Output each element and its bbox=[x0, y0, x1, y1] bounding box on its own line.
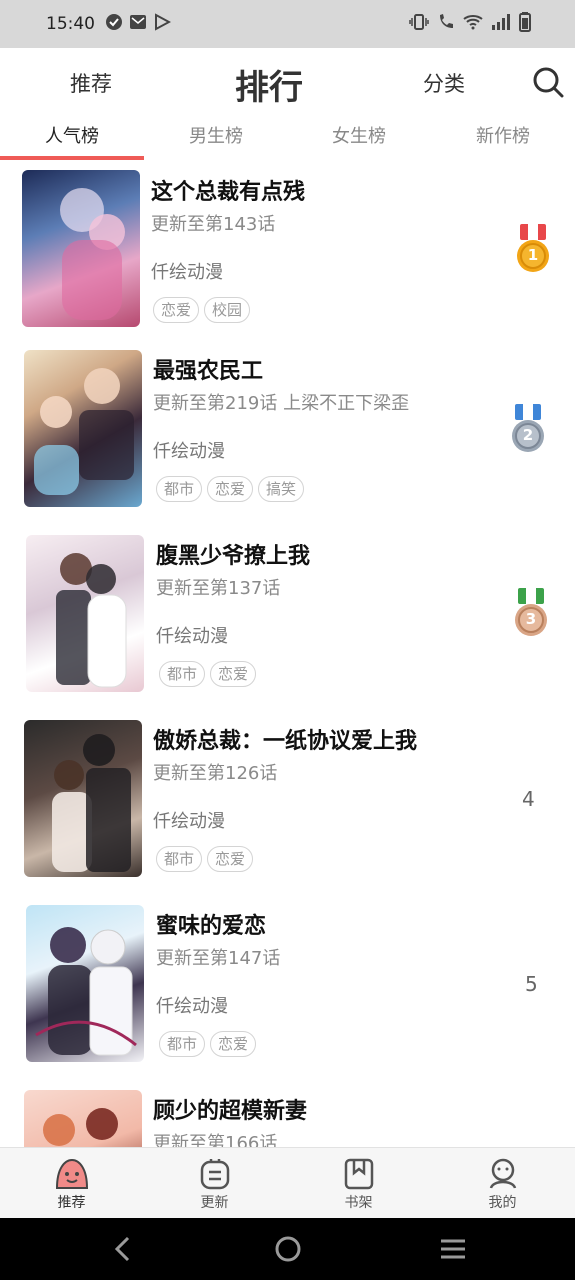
author: 仟绘动漫 bbox=[156, 996, 228, 1017]
nav-category[interactable]: 分类 bbox=[423, 68, 465, 98]
rank-number: 5 bbox=[525, 972, 538, 996]
comic-cover[interactable] bbox=[26, 905, 144, 1062]
active-tab-indicator bbox=[0, 156, 144, 160]
list-item[interactable]: 最强农民工 更新至第219话 上梁不正下梁歪 仟绘动漫 都市 恋爱 搞笑 2 bbox=[0, 347, 575, 532]
comic-title[interactable]: 傲娇总裁：一纸协议爱上我 bbox=[153, 723, 417, 755]
silver-medal-icon: 2 bbox=[510, 404, 546, 456]
search-icon[interactable] bbox=[532, 66, 564, 102]
profile-icon bbox=[488, 1158, 518, 1194]
update-info: 更新至第166话 bbox=[153, 1133, 278, 1147]
ranking-tabs: 人气榜 男生榜 女生榜 新作榜 bbox=[0, 116, 575, 161]
tag: 都市 bbox=[156, 846, 203, 872]
nav-rank[interactable]: 排行 bbox=[235, 60, 303, 109]
update-icon bbox=[200, 1158, 230, 1194]
tag: 校园 bbox=[204, 297, 251, 323]
rank-number: 4 bbox=[522, 787, 535, 811]
update-info: 更新至第219话 上梁不正下梁歪 bbox=[153, 393, 410, 414]
tag: 恋爱 bbox=[210, 661, 257, 687]
update-info: 更新至第147话 bbox=[156, 948, 281, 969]
bottom-nav: 推荐 更新 书架 我的 bbox=[0, 1147, 575, 1218]
bottom-nav-label: 我的 bbox=[488, 1195, 517, 1211]
signal-icon bbox=[491, 14, 511, 34]
list-item[interactable]: 蜜味的爱恋 更新至第147话 仟绘动漫 都市 恋爱 5 bbox=[0, 902, 575, 1087]
gold-medal-icon: 1 bbox=[515, 224, 551, 276]
tab-male[interactable]: 男生榜 bbox=[144, 122, 288, 148]
status-time: 15:40 bbox=[46, 14, 95, 34]
list-item[interactable]: 顾少的超模新妻 更新至第166话 bbox=[0, 1087, 575, 1147]
comic-cover[interactable] bbox=[24, 1090, 142, 1147]
wifi-icon bbox=[463, 14, 483, 34]
tag: 都市 bbox=[159, 1031, 206, 1057]
tag: 恋爱 bbox=[207, 846, 254, 872]
comic-cover[interactable] bbox=[26, 535, 144, 692]
tag: 恋爱 bbox=[153, 297, 200, 323]
comic-title[interactable]: 顾少的超模新妻 bbox=[153, 1093, 307, 1125]
tab-female[interactable]: 女生榜 bbox=[287, 122, 431, 148]
tag: 恋爱 bbox=[210, 1031, 257, 1057]
tag: 都市 bbox=[156, 476, 203, 502]
recommend-icon bbox=[55, 1158, 89, 1194]
bottom-nav-recommend[interactable]: 推荐 bbox=[0, 1148, 143, 1219]
author: 仟绘动漫 bbox=[153, 811, 225, 832]
author: 仟绘动漫 bbox=[151, 262, 223, 283]
bottom-nav-profile[interactable]: 我的 bbox=[431, 1148, 574, 1219]
call-icon bbox=[437, 13, 455, 35]
tab-new[interactable]: 新作榜 bbox=[431, 122, 575, 148]
tag-list: 都市 恋爱 bbox=[156, 846, 254, 872]
comic-cover[interactable] bbox=[24, 720, 142, 877]
tag-list: 都市 恋爱 搞笑 bbox=[156, 476, 305, 502]
tag: 都市 bbox=[159, 661, 206, 687]
comic-title[interactable]: 蜜味的爱恋 bbox=[156, 908, 266, 940]
play-store-icon bbox=[153, 13, 172, 35]
tag-list: 恋爱 校园 bbox=[153, 297, 251, 323]
medal-rank: 3 bbox=[525, 610, 537, 628]
comic-cover[interactable] bbox=[24, 350, 142, 507]
comic-list[interactable]: 这个总裁有点残 更新至第143话 仟绘动漫 恋爱 校园 1 最强农民工 更新至第… bbox=[0, 162, 575, 1147]
bottom-nav-label: 书架 bbox=[344, 1195, 373, 1211]
comic-cover[interactable] bbox=[22, 170, 140, 327]
author: 仟绘动漫 bbox=[156, 626, 228, 647]
bottom-nav-label: 推荐 bbox=[57, 1195, 86, 1211]
medal-rank: 2 bbox=[522, 426, 534, 444]
vibrate-icon bbox=[409, 14, 429, 34]
tag-list: 都市 恋爱 bbox=[159, 1031, 257, 1057]
recents-icon[interactable] bbox=[439, 1238, 467, 1264]
top-header: 推荐 排行 分类 bbox=[0, 48, 575, 116]
nav-recommend[interactable]: 推荐 bbox=[70, 68, 112, 98]
bottom-nav-bookshelf[interactable]: 书架 bbox=[287, 1148, 430, 1219]
bottom-nav-update[interactable]: 更新 bbox=[143, 1148, 286, 1219]
tag-list: 都市 恋爱 bbox=[159, 661, 257, 687]
comic-title[interactable]: 最强农民工 bbox=[153, 353, 263, 385]
update-info: 更新至第137话 bbox=[156, 578, 281, 599]
status-bar: 15:40 bbox=[0, 0, 575, 48]
tab-popular[interactable]: 人气榜 bbox=[0, 122, 144, 148]
medal-rank: 1 bbox=[527, 246, 539, 264]
check-circle-icon bbox=[105, 13, 123, 35]
bookshelf-icon bbox=[344, 1158, 374, 1194]
mail-icon bbox=[129, 13, 147, 35]
battery-icon bbox=[519, 12, 531, 36]
back-icon[interactable] bbox=[112, 1236, 132, 1266]
update-info: 更新至第126话 bbox=[153, 763, 278, 784]
author: 仟绘动漫 bbox=[153, 441, 225, 462]
comic-title[interactable]: 这个总裁有点残 bbox=[151, 174, 305, 206]
home-icon[interactable] bbox=[274, 1235, 302, 1267]
list-item[interactable]: 腹黑少爷撩上我 更新至第137话 仟绘动漫 都市 恋爱 3 bbox=[0, 532, 575, 717]
bottom-nav-label: 更新 bbox=[200, 1195, 229, 1211]
list-item[interactable]: 傲娇总裁：一纸协议爱上我 更新至第126话 仟绘动漫 都市 恋爱 4 bbox=[0, 717, 575, 902]
tag: 恋爱 bbox=[207, 476, 254, 502]
bronze-medal-icon: 3 bbox=[513, 588, 549, 640]
tag: 搞笑 bbox=[258, 476, 305, 502]
list-item[interactable]: 这个总裁有点残 更新至第143话 仟绘动漫 恋爱 校园 1 bbox=[0, 162, 575, 347]
comic-title[interactable]: 腹黑少爷撩上我 bbox=[156, 538, 310, 570]
update-info: 更新至第143话 bbox=[151, 214, 276, 235]
system-nav-bar bbox=[0, 1218, 575, 1280]
